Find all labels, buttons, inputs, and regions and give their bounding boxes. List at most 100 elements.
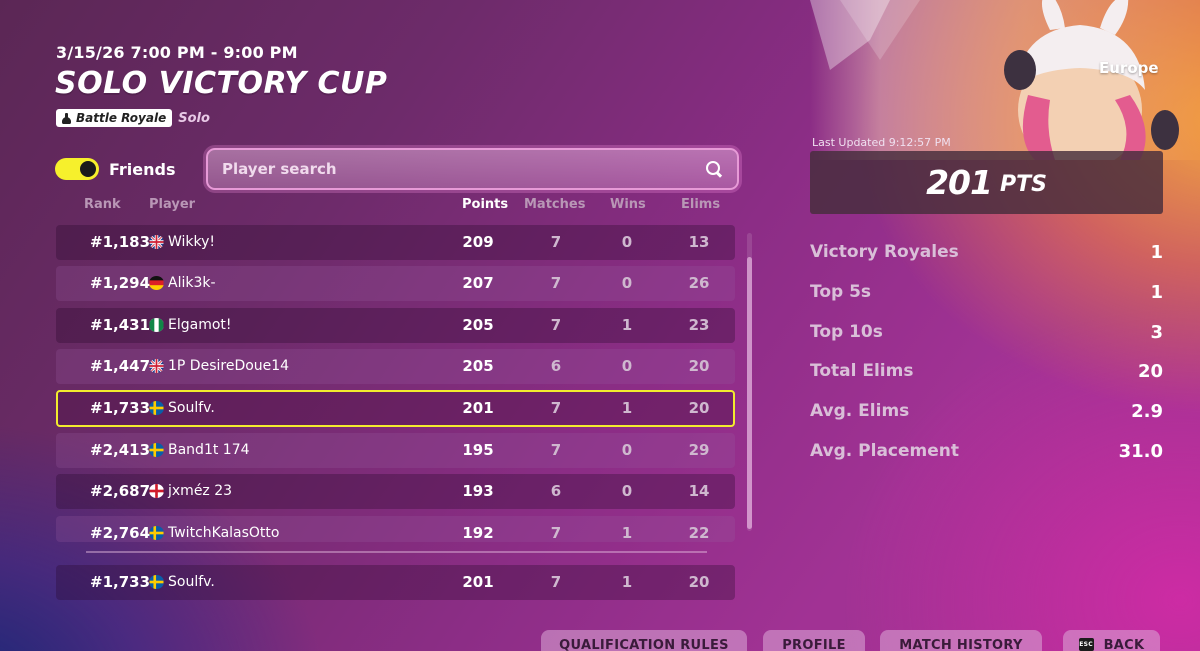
row-rank: #1,431 [90,316,151,334]
column-header-matches: Matches [524,197,586,212]
leaderboard-row[interactable]: #1,183 Wikky! 209 7 0 13 [56,225,735,260]
scrollbar-thumb[interactable] [747,257,752,529]
row-elims: 22 [688,524,710,542]
stat-value: 31.0 [1118,440,1163,462]
row-matches: 6 [550,482,562,500]
event-title: SOLO VICTORY CUP [55,66,388,101]
search-icon[interactable] [705,160,723,178]
germany-flag-icon [149,276,164,290]
stat-avg-elims: Avg. Elims 2.9 [810,399,1163,423]
leaderboard-row[interactable]: #1,447 1P DesireDoue14 205 6 0 20 [56,349,735,384]
row-elims: 13 [688,233,710,251]
leaderboard-row[interactable]: #2,413 Band1t 174 195 7 0 29 [56,433,735,468]
row-player-name: jxméz 23 [168,483,233,499]
row-elims: 29 [688,441,710,459]
stat-top-10s: Top 10s 3 [810,320,1163,344]
column-header-wins: Wins [610,197,646,212]
sweden-flag-icon [149,575,164,589]
stat-value: 20 [1137,360,1163,382]
row-player-name: Elgamot! [168,317,232,333]
row-elims: 20 [688,399,710,417]
stat-value: 1 [1150,281,1163,303]
row-player-name: Band1t 174 [168,442,250,458]
friends-filter[interactable]: Friends [55,158,176,180]
leaderboard-row[interactable]: #2,687 jxméz 23 193 6 0 14 [56,474,735,509]
player-search[interactable] [206,148,739,190]
leaderboard-row-selected[interactable]: #1,733 Soulfv. 201 7 1 20 [56,390,735,427]
row-rank: #1,447 [90,357,151,375]
row-matches: 6 [550,357,562,375]
row-points: 201 [462,399,494,417]
row-wins: 1 [621,316,633,334]
row-matches: 7 [550,274,562,292]
row-rank: #1,294 [90,274,151,292]
stat-label: Total Elims [810,361,914,381]
uk-flag-icon [149,359,164,373]
column-header-points: Points [462,197,509,212]
leaderboard-row[interactable]: #1,431 Elgamot! 205 7 1 23 [56,308,735,343]
friends-toggle[interactable] [55,158,99,180]
mode-badge: Battle Royale [56,109,173,127]
row-player-name: 1P DesireDoue14 [168,358,290,374]
stat-avg-placement: Avg. Placement 31.0 [810,439,1163,463]
row-wins: 0 [621,274,633,292]
row-points: 207 [462,274,494,292]
back-button[interactable]: ESC BACK [1063,630,1160,651]
stat-label: Avg. Placement [810,441,960,461]
mode-sub-label: Solo [178,110,210,126]
my-elims: 20 [688,573,710,591]
stat-value: 3 [1150,321,1163,343]
points-unit: PTS [999,172,1047,197]
leaderboard-row[interactable]: #2,764 TwitchKalasOtto 192 7 1 22 [56,516,735,542]
row-matches: 7 [550,399,562,417]
sweden-flag-icon [149,526,164,540]
row-rank: #2,413 [90,441,151,459]
list-divider [86,551,707,553]
search-input[interactable] [222,160,705,178]
row-rank: #2,687 [90,482,151,500]
my-rank-row[interactable]: #1,733 Soulfv. 201 7 1 20 [56,565,735,600]
row-wins: 1 [621,524,633,542]
my-points: 201 [462,573,494,591]
row-wins: 0 [621,482,633,500]
row-matches: 7 [550,524,562,542]
my-matches: 7 [550,573,562,591]
my-player-name: Soulfv. [168,574,215,590]
row-points: 195 [462,441,494,459]
stat-label: Victory Royales [810,242,959,262]
stat-label: Top 5s [810,282,872,302]
column-header-elims: Elims [681,197,721,212]
qualification-rules-button[interactable]: QUALIFICATION RULES [541,630,747,651]
back-label: BACK [1103,638,1145,651]
stat-top-5s: Top 5s 1 [810,280,1163,304]
mode-label: Battle Royale [76,111,167,125]
row-player-name: Wikky! [168,234,216,250]
last-updated: Last Updated 9:12:57 PM [812,136,951,149]
region-label: Europe [1099,59,1159,77]
row-points: 205 [462,316,494,334]
england-flag-icon [149,484,164,498]
row-rank: #1,183 [90,233,151,251]
points-summary: 201 PTS [810,151,1163,214]
stat-label: Top 10s [810,322,883,342]
column-header-rank: Rank [84,197,121,212]
row-points: 205 [462,357,494,375]
my-wins: 1 [621,573,633,591]
stat-label: Avg. Elims [810,401,910,421]
mode-bar: Battle Royale Solo [56,109,210,127]
column-header-player: Player [149,197,196,212]
match-history-button[interactable]: MATCH HISTORY [880,630,1042,651]
profile-button[interactable]: PROFILE [763,630,865,651]
toggle-knob [80,161,96,177]
esc-key-icon: ESC [1078,638,1094,651]
row-points: 192 [462,524,494,542]
row-wins: 0 [621,441,633,459]
row-elims: 26 [688,274,710,292]
stat-total-elims: Total Elims 20 [810,359,1163,383]
stat-value: 2.9 [1131,400,1163,422]
row-points: 193 [462,482,494,500]
leaderboard-row[interactable]: #1,294 Alik3k- 207 7 0 26 [56,266,735,301]
my-rank: #1,733 [90,573,151,591]
row-player-name: Soulfv. [168,400,215,416]
row-matches: 7 [550,233,562,251]
